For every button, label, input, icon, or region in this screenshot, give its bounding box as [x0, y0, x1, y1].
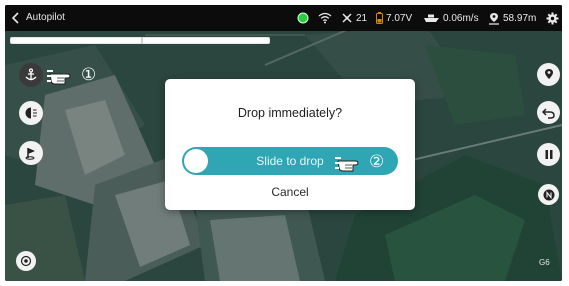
pause-button[interactable]	[537, 143, 560, 166]
location-icon	[489, 12, 499, 25]
pause-icon	[545, 150, 552, 159]
gear-icon[interactable]	[546, 12, 559, 25]
return-button[interactable]	[537, 101, 560, 124]
status-dot-icon	[297, 12, 309, 24]
callout-1: ①	[47, 63, 96, 87]
satellite-count: 21	[356, 12, 368, 24]
speed-value: 0.06m/s	[443, 12, 479, 24]
voltage-value: 7.07V	[386, 12, 413, 24]
return-icon	[542, 107, 555, 119]
waypoint-button[interactable]	[19, 141, 43, 165]
anchor-icon	[25, 68, 37, 81]
compass-button[interactable]	[538, 184, 559, 205]
satellite-icon	[342, 13, 352, 23]
status-indicator	[297, 11, 309, 25]
step-one-number: ①	[81, 65, 97, 85]
locate-icon	[20, 255, 32, 267]
flag-icon	[25, 148, 35, 160]
half-moon-icon	[25, 107, 37, 119]
map-corner-label: G6	[539, 258, 550, 267]
back-icon[interactable]	[11, 11, 21, 25]
drop-confirm-dialog: Drop immediately? Slide to drop Cancel	[165, 79, 415, 210]
settings-status[interactable]	[546, 11, 559, 25]
north-icon	[543, 189, 554, 200]
battery-icon	[376, 12, 383, 24]
satellite-status: 21	[341, 11, 367, 25]
locate-button[interactable]	[16, 251, 36, 271]
cancel-button[interactable]: Cancel	[165, 185, 415, 199]
distance-value: 58.97m	[503, 12, 537, 24]
drop-anchor-button[interactable]	[19, 63, 43, 87]
boat-icon	[424, 14, 439, 22]
autopilot-screen: Autopilot 21 7.07V 0.06m/s 58.97m ① G6 D…	[5, 5, 562, 281]
callout-2: ②	[335, 150, 384, 174]
location-button[interactable]	[537, 63, 560, 86]
progress-marker	[141, 37, 143, 44]
progress-fill	[11, 38, 269, 43]
light-button[interactable]	[19, 101, 43, 125]
wifi-icon	[318, 12, 332, 24]
top-bar: Autopilot 21 7.07V 0.06m/s 58.97m	[5, 5, 562, 31]
speed-status: 0.06m/s	[423, 11, 479, 25]
wifi-status	[318, 11, 332, 25]
page-title: Autopilot	[26, 12, 65, 23]
pointing-hand-icon	[335, 157, 359, 172]
voltage-status: 7.07V	[376, 11, 412, 25]
dialog-title: Drop immediately?	[237, 106, 343, 120]
pointing-hand-icon	[47, 70, 71, 85]
distance-status: 58.97m	[488, 11, 536, 25]
mission-progress-bar	[10, 37, 270, 44]
step-two-number: ②	[369, 152, 385, 172]
location-pin-icon	[544, 69, 553, 79]
